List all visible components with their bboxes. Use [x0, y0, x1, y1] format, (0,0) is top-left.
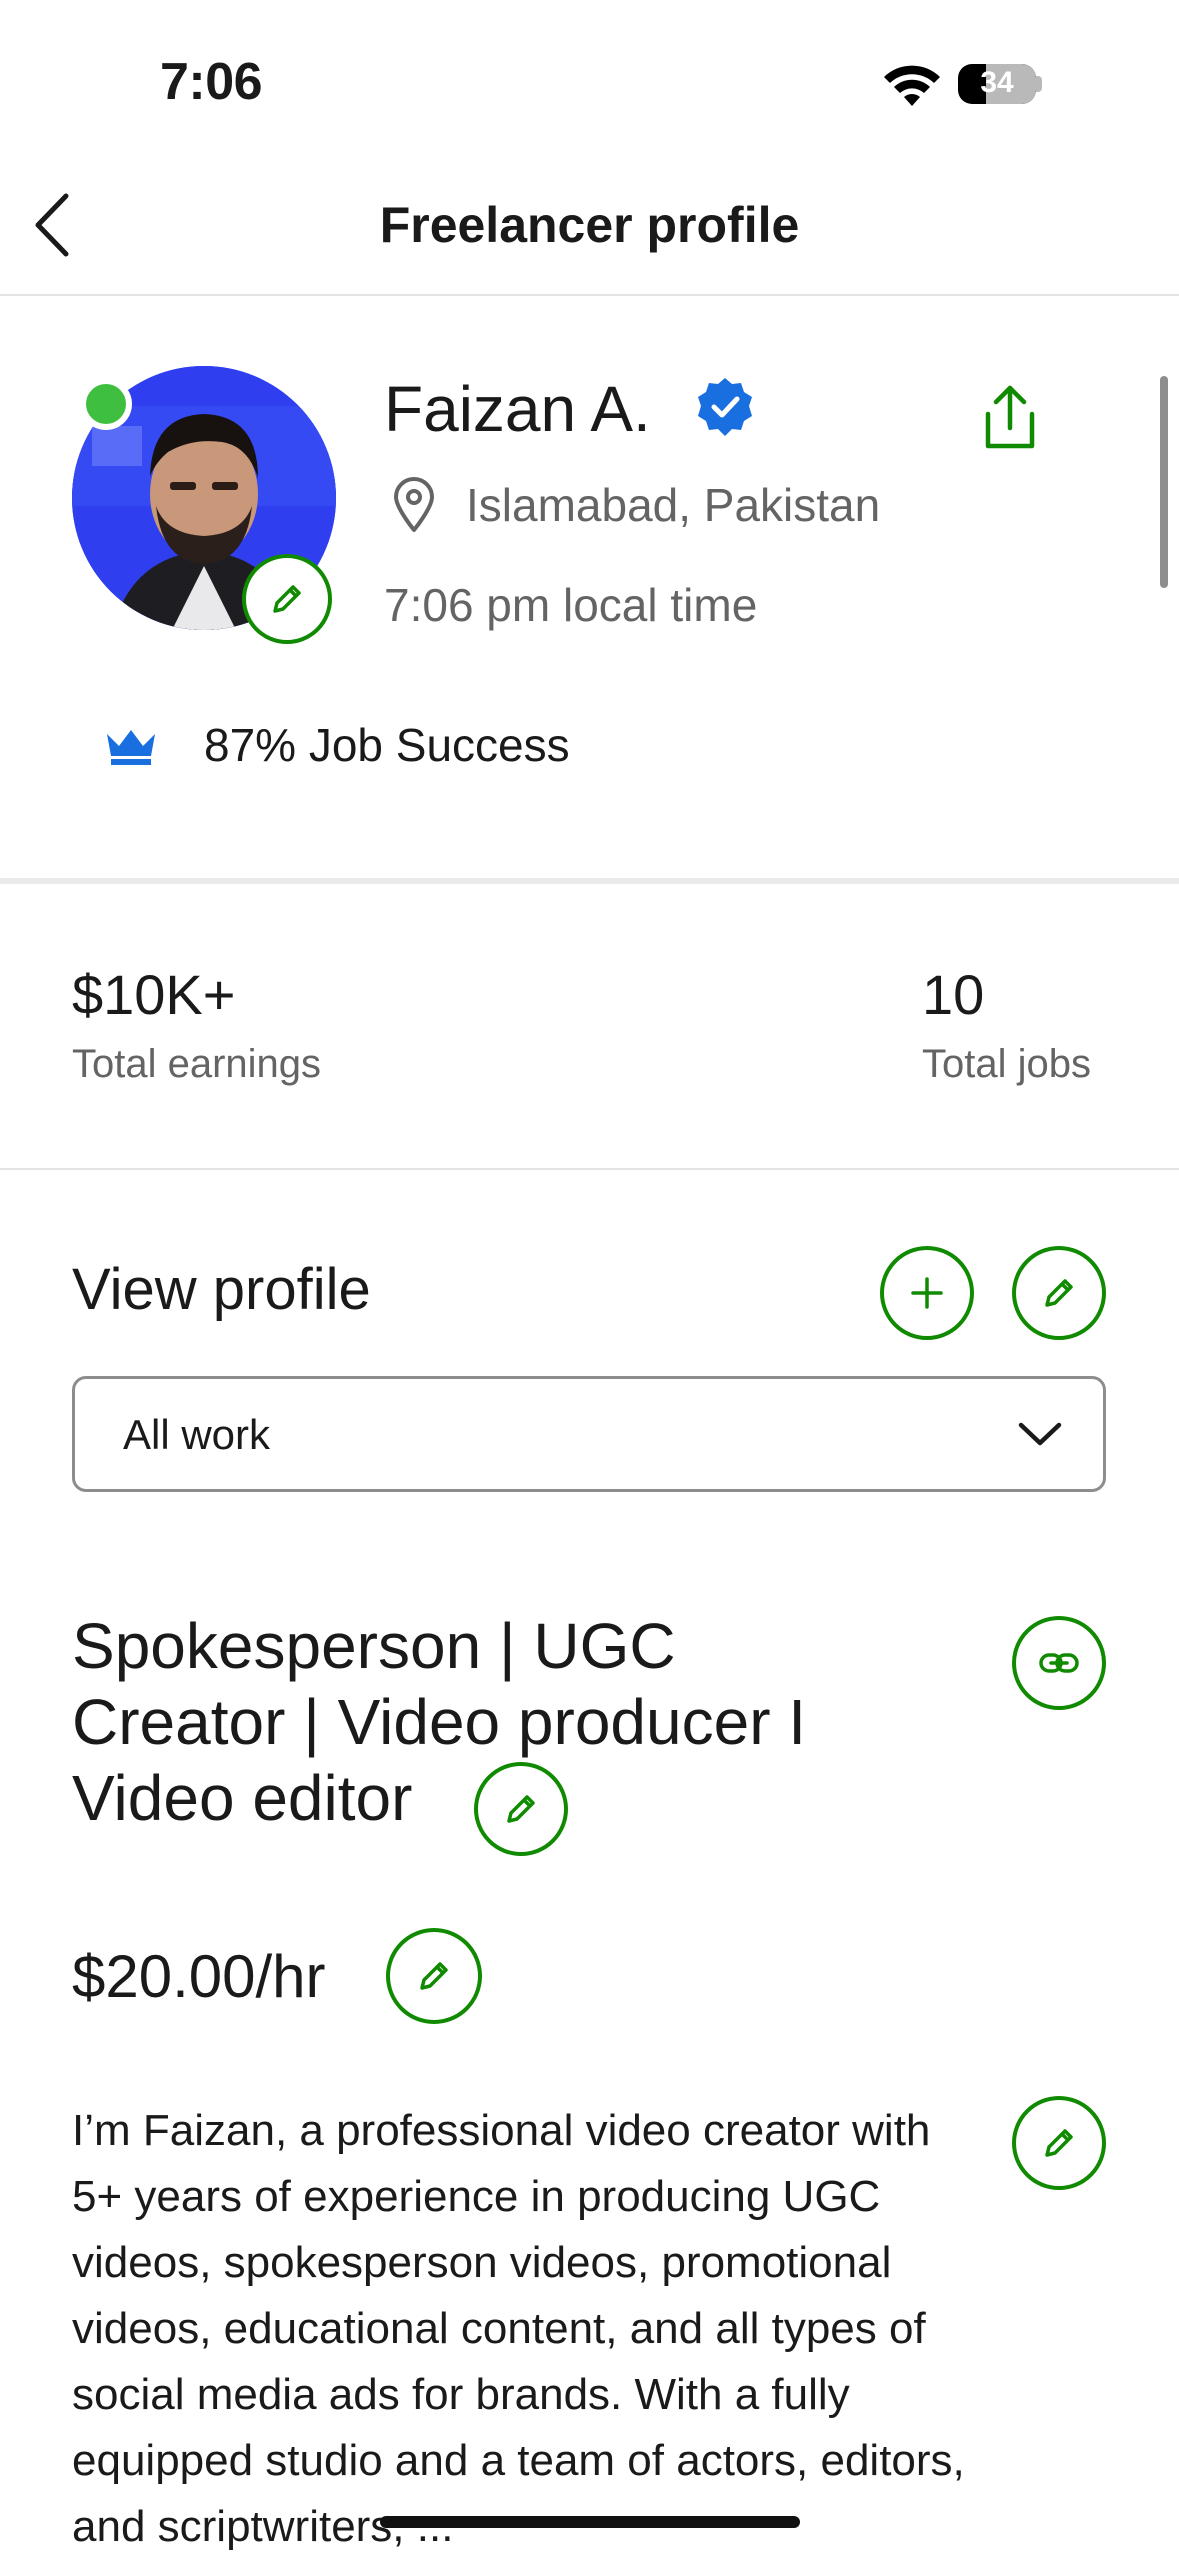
total-jobs-label: Total jobs [922, 1042, 1091, 1086]
profile-overview-text: I’m Faizan, a professional video creator… [72, 2106, 965, 2551]
edit-headline-button[interactable] [474, 1762, 568, 1856]
edit-photo-button[interactable] [242, 554, 332, 644]
battery-level: 34 [980, 66, 1014, 99]
location-text: Islamabad, Pakistan [466, 479, 881, 531]
share-icon[interactable] [972, 380, 1048, 456]
status-time: 7:06 [160, 53, 263, 111]
dropdown-selected-value: All work [123, 1411, 271, 1458]
pencil-icon [1045, 1279, 1073, 1307]
link-icon [1039, 1653, 1079, 1673]
edit-profile-button[interactable] [1012, 1246, 1106, 1340]
stats-divider [0, 1168, 1179, 1170]
nav-divider [0, 294, 1179, 296]
home-indicator[interactable] [380, 2516, 800, 2528]
scrollbar[interactable] [1160, 376, 1168, 588]
section-divider [0, 878, 1179, 884]
pencil-icon [420, 1962, 448, 1990]
total-earnings-label: Total earnings [72, 1042, 322, 1086]
chevron-down-icon [1018, 1422, 1062, 1446]
edit-rate-button[interactable] [386, 1928, 482, 2024]
verified-badge-icon [698, 378, 752, 436]
job-success-text: 87% Job Success [204, 719, 570, 771]
pencil-icon [1045, 2129, 1073, 2157]
location-pin-icon [394, 477, 434, 532]
pencil-icon [273, 585, 301, 613]
copy-link-button[interactable] [1012, 1616, 1106, 1710]
edit-overview-button[interactable] [1012, 2096, 1106, 2190]
freelancer-name: Faizan A. [384, 373, 651, 445]
battery-icon: 34 [958, 64, 1036, 104]
total-jobs-value: 10 [922, 963, 985, 1026]
work-filter-dropdown[interactable]: All work [72, 1376, 1106, 1492]
wifi-icon [884, 65, 940, 106]
pencil-icon [507, 1795, 535, 1823]
hourly-rate: $20.00/hr [72, 1943, 326, 2010]
online-status-dot [80, 378, 132, 430]
plus-icon [911, 1277, 943, 1309]
page-title: Freelancer profile [379, 197, 800, 253]
total-earnings-value: $10K+ [72, 963, 236, 1026]
battery-nub [1036, 76, 1042, 92]
view-profile-title: View profile [72, 1257, 371, 1322]
local-time-text: 7:06 pm local time [384, 579, 758, 631]
add-profile-button[interactable] [880, 1246, 974, 1340]
crown-icon [107, 730, 155, 765]
